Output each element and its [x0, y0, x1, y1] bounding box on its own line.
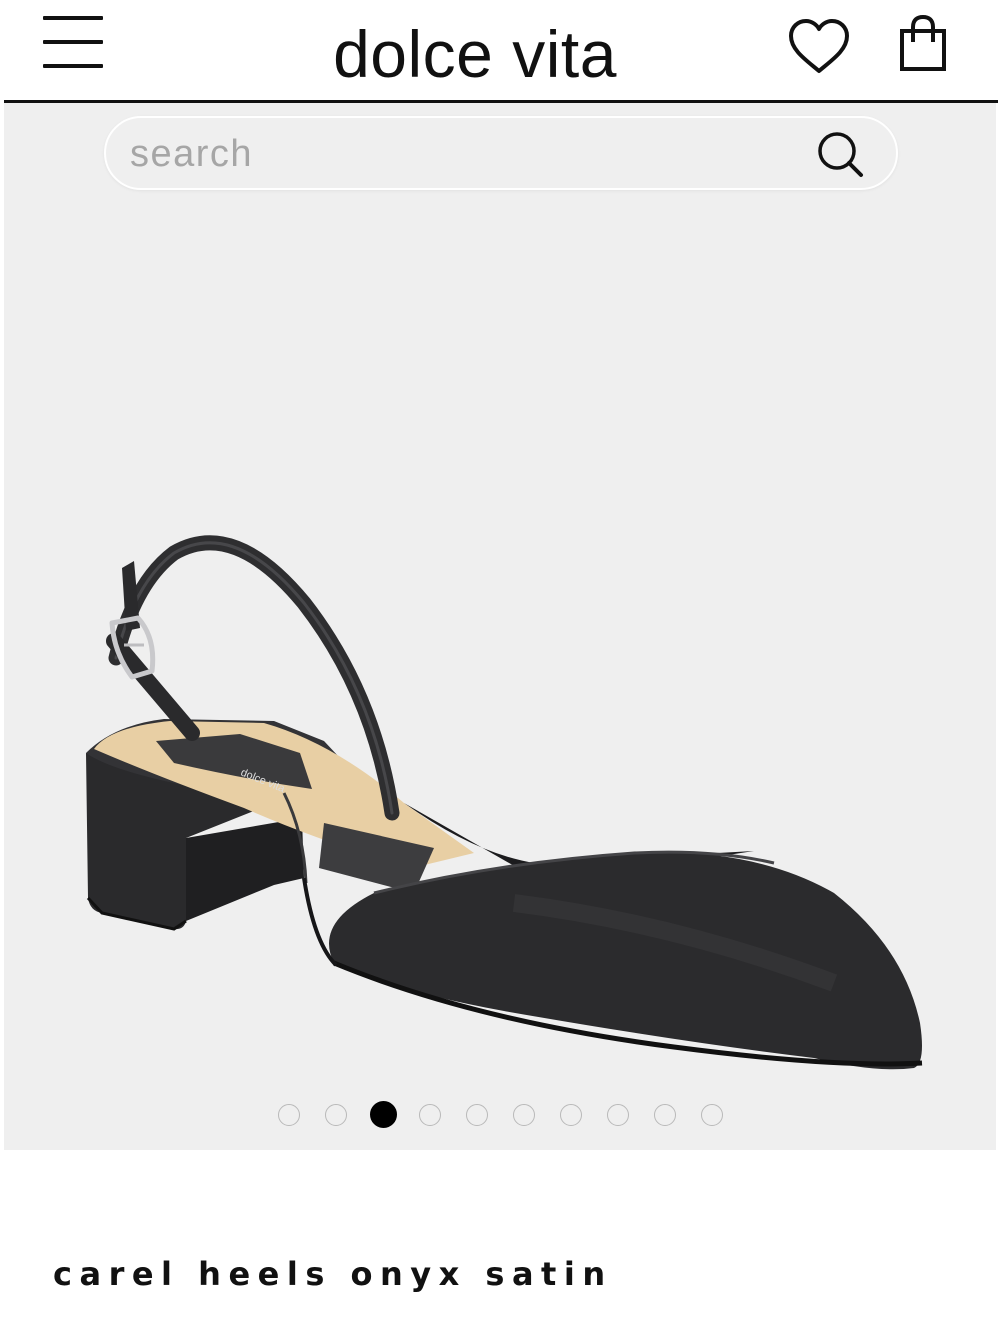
heart-icon: [789, 19, 849, 73]
gallery-dot[interactable]: [513, 1104, 535, 1126]
product-image-shoe: dolce vita: [86, 535, 923, 1070]
gallery-dot[interactable]: [607, 1104, 629, 1126]
search-bar: [104, 116, 898, 190]
product-image-gallery[interactable]: dolce vita: [4, 103, 996, 1150]
gallery-dot[interactable]: [369, 1101, 397, 1128]
gallery-pagination: [4, 1101, 996, 1131]
shopping-bag-icon: [900, 14, 946, 71]
product-title: carel heels onyx satin: [53, 1255, 613, 1293]
gallery-dot[interactable]: [701, 1104, 723, 1126]
site-header: dolce vita: [0, 0, 1000, 103]
search-icon: [818, 132, 863, 177]
gallery-dot[interactable]: [466, 1104, 488, 1126]
search-input[interactable]: [130, 128, 770, 180]
wishlist-button[interactable]: [786, 17, 852, 77]
search-button[interactable]: [814, 128, 868, 182]
gallery-dot[interactable]: [278, 1104, 300, 1126]
shopping-bag-button[interactable]: [893, 12, 953, 78]
gallery-dot[interactable]: [654, 1104, 676, 1126]
gallery-dot[interactable]: [419, 1104, 441, 1126]
gallery-dot[interactable]: [560, 1104, 582, 1126]
gallery-dot[interactable]: [325, 1104, 347, 1126]
